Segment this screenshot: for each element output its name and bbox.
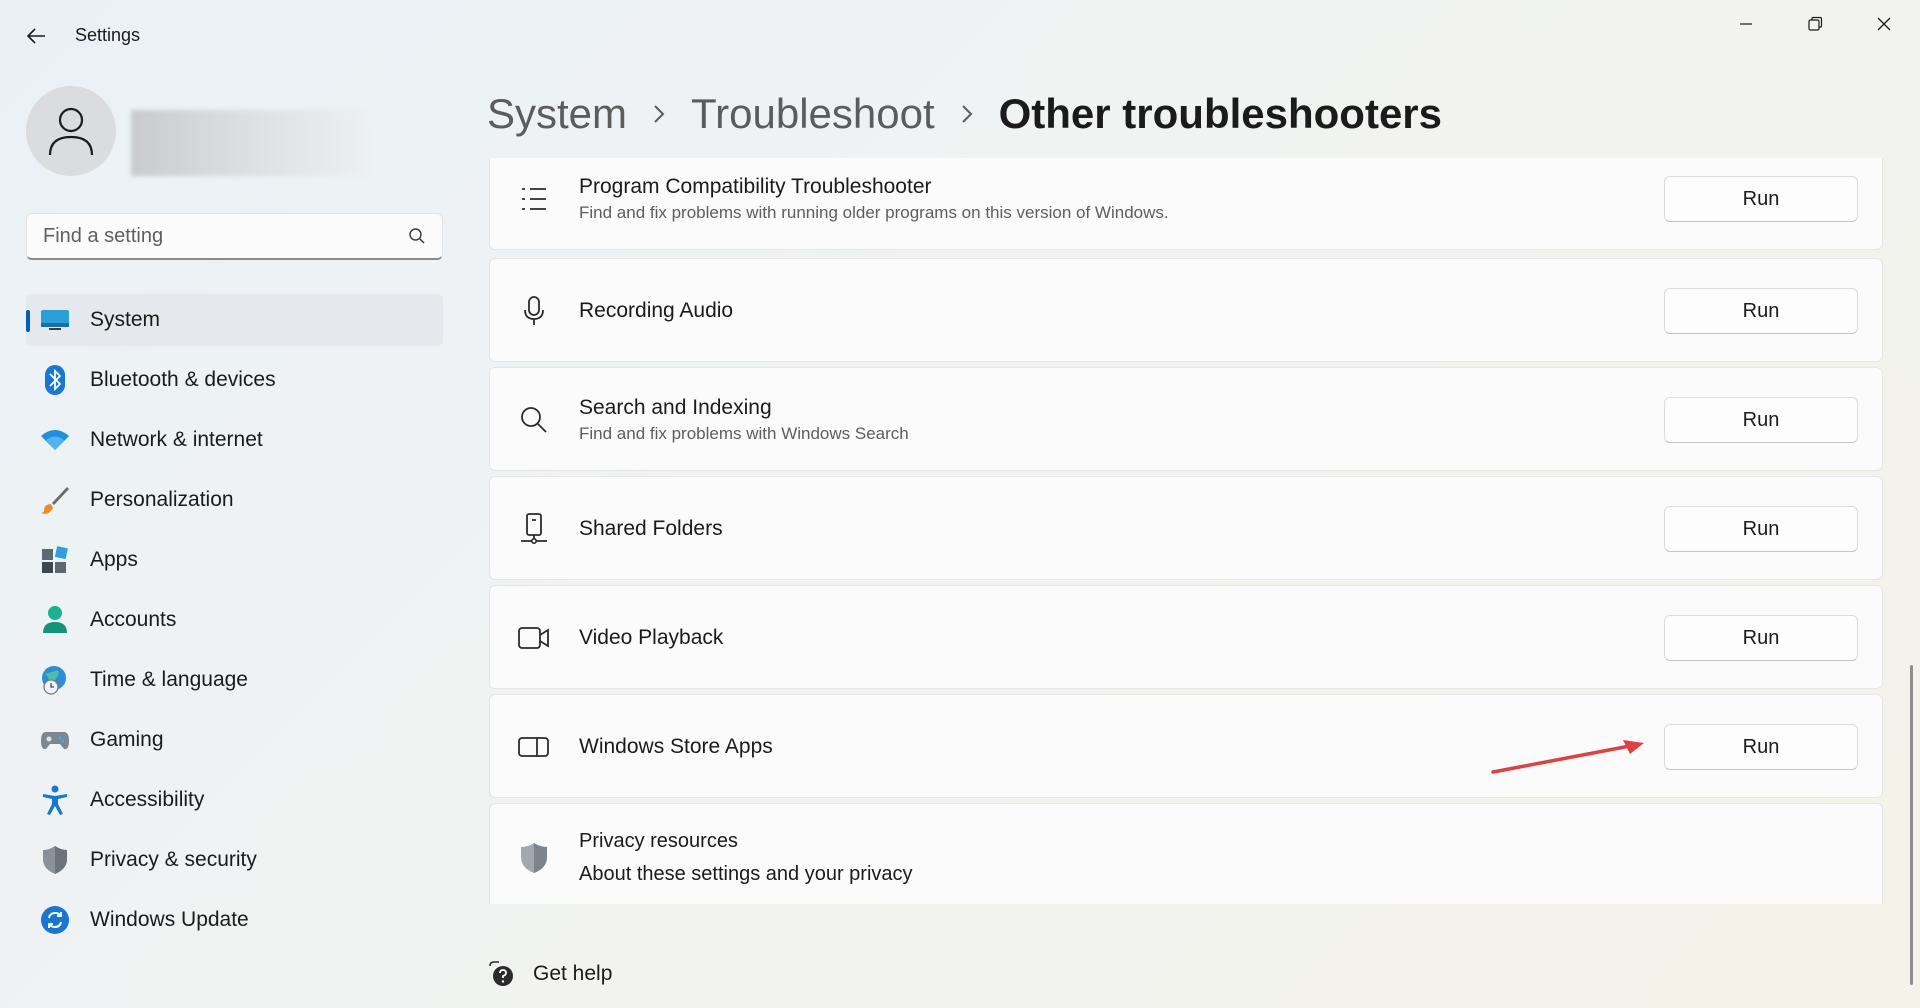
settings-search-box[interactable] [26, 213, 443, 260]
sidebar-item-accounts[interactable]: Accounts [26, 594, 443, 646]
scrollbar[interactable] [1910, 665, 1913, 985]
page-title: Other troubleshooters [998, 90, 1443, 137]
microphone-icon [518, 295, 550, 327]
run-button-video-playback[interactable]: Run [1664, 615, 1858, 661]
privacy-title: Privacy resources [579, 830, 738, 852]
sidebar-item-apps[interactable]: Apps [26, 534, 443, 586]
chevron-right-icon [961, 104, 973, 124]
breadcrumb: System Troubleshoot Other troubleshooter… [487, 86, 1442, 142]
sidebar-item-network[interactable]: Network & internet [26, 414, 443, 466]
run-button-program-compatibility[interactable]: Run [1664, 176, 1858, 222]
sidebar-item-label: Network & internet [90, 428, 263, 451]
brush-icon [40, 485, 70, 515]
sidebar-item-privacy-security[interactable]: Privacy & security [26, 834, 443, 886]
privacy-link[interactable]: About these settings and your privacy [579, 863, 913, 886]
close-button[interactable] [1850, 0, 1918, 48]
troubleshooter-card-recording-audio: Recording Audio Run [489, 258, 1883, 362]
search-input[interactable] [43, 224, 408, 248]
sidebar-item-gaming[interactable]: Gaming [26, 714, 443, 766]
sidebar-item-label: Bluetooth & devices [90, 368, 276, 391]
user-icon [48, 107, 94, 156]
app-title: Settings [75, 25, 141, 45]
shield-icon [40, 845, 70, 875]
store-apps-icon [518, 731, 550, 763]
minimize-button[interactable] [1712, 0, 1780, 48]
sidebar-item-accessibility[interactable]: Accessibility [26, 774, 443, 826]
back-arrow-icon [26, 28, 45, 44]
sidebar-item-label: Time & language [90, 668, 248, 691]
back-button[interactable] [20, 20, 52, 52]
troubleshooter-title: Windows Store Apps [579, 735, 773, 758]
globe-clock-icon [40, 665, 70, 695]
sidebar-item-label: System [90, 308, 161, 331]
breadcrumb-troubleshoot[interactable]: Troubleshoot [691, 90, 935, 138]
apps-icon [40, 545, 70, 575]
troubleshooter-description: Find and fix problems with Windows Searc… [579, 424, 909, 443]
list-icon [518, 183, 550, 215]
sidebar-item-label: Windows Update [90, 908, 249, 931]
troubleshooter-title: Recording Audio [579, 299, 734, 322]
troubleshooter-title: Video Playback [579, 626, 724, 649]
troubleshooter-card-windows-store-apps: Windows Store Apps Run [489, 694, 1883, 798]
sidebar-item-windows-update[interactable]: Windows Update [26, 894, 443, 946]
update-icon [40, 905, 70, 935]
title-bar: Settings [0, 0, 1920, 72]
troubleshooter-title: Program Compatibility Troubleshooter [579, 175, 932, 198]
accessibility-icon [40, 785, 70, 815]
sidebar-item-label: Gaming [90, 728, 164, 751]
run-button-recording-audio[interactable]: Run [1664, 288, 1858, 334]
annotation-arrow [1491, 740, 1644, 774]
sidebar-item-label: Privacy & security [90, 848, 257, 871]
sidebar-item-label: Personalization [90, 488, 234, 511]
troubleshooter-title: Search and Indexing [579, 396, 772, 419]
gamepad-icon [40, 725, 70, 755]
sidebar-item-bluetooth[interactable]: Bluetooth & devices [26, 354, 443, 406]
sidebar-item-time-language[interactable]: Time & language [26, 654, 443, 706]
run-button-shared-folders[interactable]: Run [1664, 506, 1858, 552]
get-help-label: Get help [533, 962, 613, 985]
troubleshooter-card-shared-folders: Shared Folders Run [489, 476, 1883, 580]
search-icon [518, 404, 550, 436]
troubleshooter-description: Find and fix problems with running older… [579, 203, 1169, 222]
sidebar-item-personalization[interactable]: Personalization [26, 474, 443, 526]
restore-icon [1808, 16, 1823, 31]
wifi-icon [40, 425, 70, 455]
privacy-resources-card: Privacy resources About these settings a… [489, 803, 1883, 904]
troubleshooter-card-search-indexing: Search and Indexing Find and fix problem… [489, 367, 1883, 471]
close-icon [1877, 17, 1891, 31]
shared-folders-icon [518, 513, 550, 545]
run-button-search-indexing[interactable]: Run [1664, 397, 1858, 443]
user-name-redacted [131, 110, 367, 176]
sidebar-item-label: Accessibility [90, 788, 205, 811]
shield-icon [518, 842, 550, 874]
get-help-link[interactable]: Get help [487, 956, 612, 992]
troubleshooter-list: Program Compatibility Troubleshooter Fin… [489, 158, 1883, 904]
sidebar-nav: System Bluetooth & devices Network & int… [26, 294, 443, 954]
sidebar-item-system[interactable]: System [26, 294, 443, 346]
help-icon [489, 961, 513, 986]
sidebar-item-label: Apps [90, 548, 138, 571]
run-button-windows-store-apps[interactable]: Run [1664, 724, 1858, 770]
search-icon [409, 228, 425, 244]
chevron-right-icon [653, 104, 665, 124]
system-icon [40, 305, 70, 335]
bluetooth-icon [40, 365, 70, 395]
avatar[interactable] [26, 86, 116, 176]
breadcrumb-system[interactable]: System [487, 90, 627, 138]
maximize-button[interactable] [1781, 0, 1849, 48]
troubleshooter-card-program-compatibility: Program Compatibility Troubleshooter Fin… [489, 158, 1883, 250]
troubleshooter-title: Shared Folders [579, 517, 723, 540]
sidebar-item-label: Accounts [90, 608, 177, 631]
troubleshooter-card-video-playback: Video Playback Run [489, 585, 1883, 689]
accounts-icon [40, 605, 70, 635]
video-camera-icon [518, 622, 550, 654]
minimize-icon [1740, 23, 1752, 25]
